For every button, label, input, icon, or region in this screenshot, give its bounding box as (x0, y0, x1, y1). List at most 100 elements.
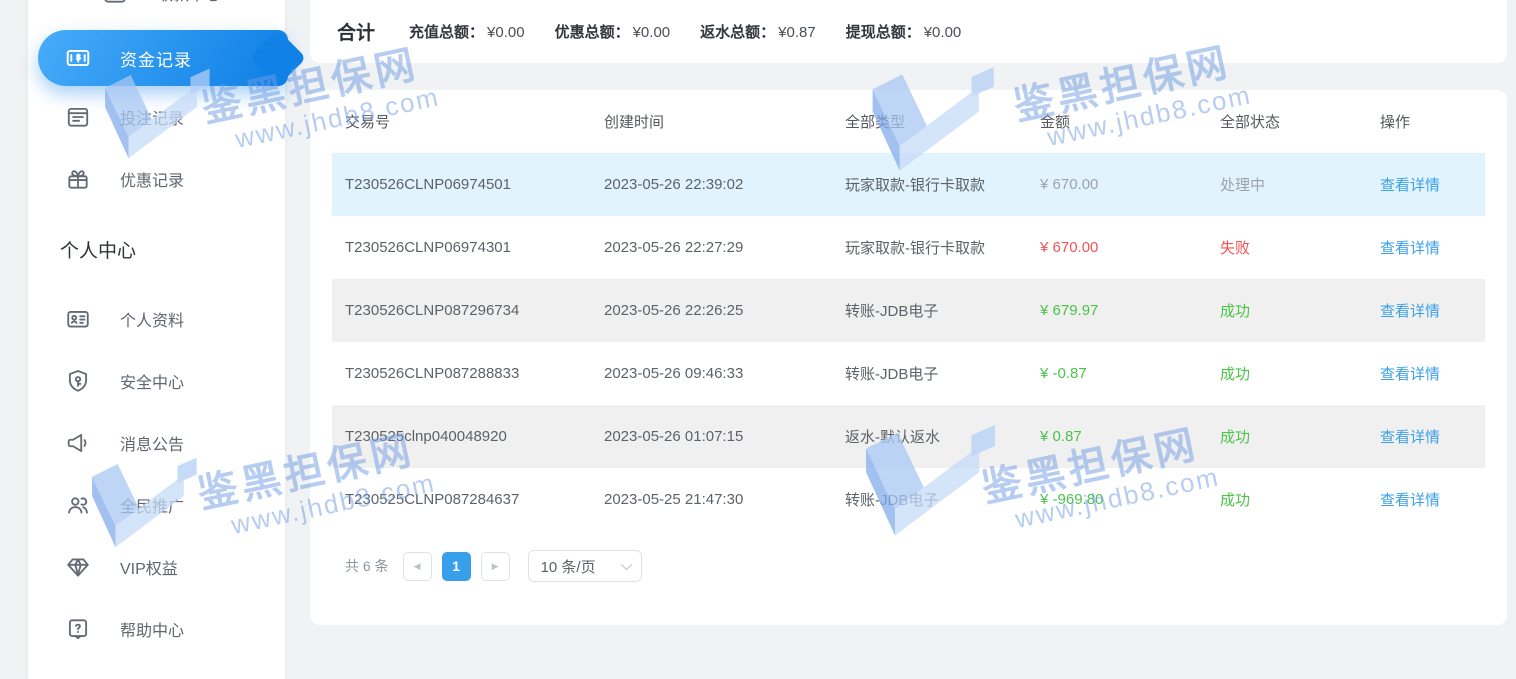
stat-value: ¥0.00 (924, 24, 962, 41)
header-amount: 金额 (1040, 111, 1220, 132)
cell-type: 转账-JDB电子 (845, 300, 1040, 321)
sidebar-item-announcements[interactable]: 消息公告 (28, 412, 285, 474)
sidebar-item-withdraw-center[interactable]: 取款中心 (28, 0, 285, 12)
cell-created-time: 2023-05-26 09:46:33 (604, 365, 845, 382)
sidebar-item-promo-record[interactable]: 优惠记录 (28, 148, 285, 210)
cell-amount: ¥ -0.87 (1040, 365, 1220, 382)
sidebar-item-help-center[interactable]: 帮助中心 (28, 598, 285, 660)
stat-value: ¥0.87 (778, 24, 816, 41)
sidebar-item-promotion[interactable]: 全民推广 (28, 474, 285, 536)
sidebar-item-label: 优惠记录 (120, 167, 184, 191)
cell-created-time: 2023-05-25 21:47:30 (604, 491, 845, 508)
cell-created-time: 2023-05-26 22:27:29 (604, 239, 845, 256)
promotion-icon (65, 492, 91, 518)
cell-created-time: 2023-05-26 01:07:15 (604, 428, 845, 445)
page-size-value: 10 条/页 (541, 556, 596, 577)
money-record-icon (65, 45, 91, 71)
prev-page-button[interactable]: ◀ (403, 552, 432, 581)
header-status[interactable]: 全部状态 (1220, 111, 1380, 132)
cell-created-time: 2023-05-26 22:26:25 (604, 302, 845, 319)
stat-label: 提现总额： (846, 24, 921, 41)
view-details-link[interactable]: 查看详情 (1380, 426, 1472, 447)
cell-amount: ¥ -969.80 (1040, 491, 1220, 508)
funds-record-page: 取款中心 资金记录 投注记录 优惠记录 个人中心 个人资料 安全中心 消息公告 (0, 0, 1516, 679)
status-badge: 失败 (1220, 237, 1380, 258)
stat-label: 充值总额： (409, 24, 484, 41)
stat-label: 优惠总额： (555, 24, 630, 41)
table-row[interactable]: T230525CLNP087284637 2023-05-25 21:47:30… (332, 468, 1485, 531)
sidebar-item-label: 消息公告 (120, 431, 184, 455)
header-actions: 操作 (1380, 111, 1472, 132)
sidebar-section-personal-center: 个人中心 (28, 210, 285, 288)
sidebar-item-label: 个人资料 (120, 307, 184, 331)
view-details-link[interactable]: 查看详情 (1380, 237, 1472, 258)
next-arrow-icon: ▶ (492, 561, 499, 572)
pagination-total: 共 6 条 (345, 556, 389, 576)
stat-label: 返水总额： (700, 24, 775, 41)
table-row[interactable]: T230526CLNP087288833 2023-05-26 09:46:33… (332, 342, 1485, 405)
table-row[interactable]: T230526CLNP087296734 2023-05-26 22:26:25… (332, 279, 1485, 342)
cell-type: 玩家取款-银行卡取款 (845, 237, 1040, 258)
sidebar-item-label: 投注记录 (120, 105, 184, 129)
id-card-icon (65, 306, 91, 332)
stat-value: ¥0.00 (487, 24, 525, 41)
view-details-link[interactable]: 查看详情 (1380, 300, 1472, 321)
sidebar-item-label: 帮助中心 (120, 617, 184, 641)
page-number-button[interactable]: 1 (442, 552, 471, 581)
view-details-link[interactable]: 查看详情 (1380, 174, 1472, 195)
table-row[interactable]: T230526CLNP06974501 2023-05-26 22:39:02 … (332, 153, 1485, 216)
sidebar-item-bet-record[interactable]: 投注记录 (28, 86, 285, 148)
sidebar-item-label: 资金记录 (120, 46, 192, 71)
view-details-link[interactable]: 查看详情 (1380, 489, 1472, 510)
cell-transaction-no: T230526CLNP06974501 (345, 176, 604, 193)
stat-rebate-total: 返水总额：¥0.87 (700, 21, 816, 42)
announcement-icon (65, 430, 91, 456)
cell-created-time: 2023-05-26 22:39:02 (604, 176, 845, 193)
cell-amount: ¥ 670.00 (1040, 176, 1220, 193)
cell-transaction-no: T230526CLNP06974301 (345, 239, 604, 256)
table-header-row: 交易号 创建时间 全部类型 金额 全部状态 操作 (332, 90, 1485, 153)
next-page-button[interactable]: ▶ (481, 552, 510, 581)
cell-type: 转账-JDB电子 (845, 363, 1040, 384)
cell-transaction-no: T230526CLNP087288833 (345, 365, 604, 382)
sidebar-item-label: 取款中心 (157, 0, 221, 5)
page-size-select[interactable]: 10 条/页 (528, 550, 642, 582)
sidebar-item-profile[interactable]: 个人资料 (28, 288, 285, 350)
vip-icon (65, 554, 91, 580)
summary-title: 合计 (337, 18, 375, 45)
cell-amount: ¥ 0.87 (1040, 428, 1220, 445)
header-type[interactable]: 全部类型 (845, 111, 1040, 132)
sidebar-item-vip[interactable]: VIP权益 (28, 536, 285, 598)
help-icon (65, 616, 91, 642)
header-transaction-no: 交易号 (345, 111, 604, 132)
cell-transaction-no: T230526CLNP087296734 (345, 302, 604, 319)
stat-value: ¥0.00 (633, 24, 671, 41)
table-row[interactable]: T230526CLNP06974301 2023-05-26 22:27:29 … (332, 216, 1485, 279)
sidebar-item-funds-record[interactable]: 资金记录 (38, 30, 288, 86)
status-badge: 处理中 (1220, 174, 1380, 195)
view-details-link[interactable]: 查看详情 (1380, 363, 1472, 384)
sidebar-item-label: VIP权益 (120, 555, 178, 579)
pagination: 共 6 条 ◀ 1 ▶ 10 条/页 (332, 550, 1485, 582)
stat-withdraw-total: 提现总额：¥0.00 (846, 21, 962, 42)
sidebar: 取款中心 资金记录 投注记录 优惠记录 个人中心 个人资料 安全中心 消息公告 (28, 0, 285, 679)
status-badge: 成功 (1220, 426, 1380, 447)
status-badge: 成功 (1220, 489, 1380, 510)
summary-bar: 合计 充值总额：¥0.00 优惠总额：¥0.00 返水总额：¥0.87 提现总额… (310, 0, 1507, 63)
cell-transaction-no: T230525CLNP087284637 (345, 491, 604, 508)
security-icon (65, 368, 91, 394)
cell-type: 返水-默认返水 (845, 426, 1040, 447)
sidebar-item-label: 安全中心 (120, 369, 184, 393)
status-badge: 成功 (1220, 300, 1380, 321)
sidebar-item-security-center[interactable]: 安全中心 (28, 350, 285, 412)
header-created-time: 创建时间 (604, 111, 845, 132)
prev-arrow-icon: ◀ (414, 561, 421, 572)
table-row[interactable]: T230525clnp040048920 2023-05-26 01:07:15… (332, 405, 1485, 468)
cell-type: 转账-JDB电子 (845, 489, 1040, 510)
stat-deposit-total: 充值总额：¥0.00 (409, 21, 525, 42)
sidebar-item-label: 全民推广 (120, 493, 184, 517)
stat-promo-total: 优惠总额：¥0.00 (555, 21, 671, 42)
transactions-card: 交易号 创建时间 全部类型 金额 全部状态 操作 T230526CLNP0697… (310, 90, 1507, 625)
cell-transaction-no: T230525clnp040048920 (345, 428, 604, 445)
cell-amount: ¥ 670.00 (1040, 239, 1220, 256)
